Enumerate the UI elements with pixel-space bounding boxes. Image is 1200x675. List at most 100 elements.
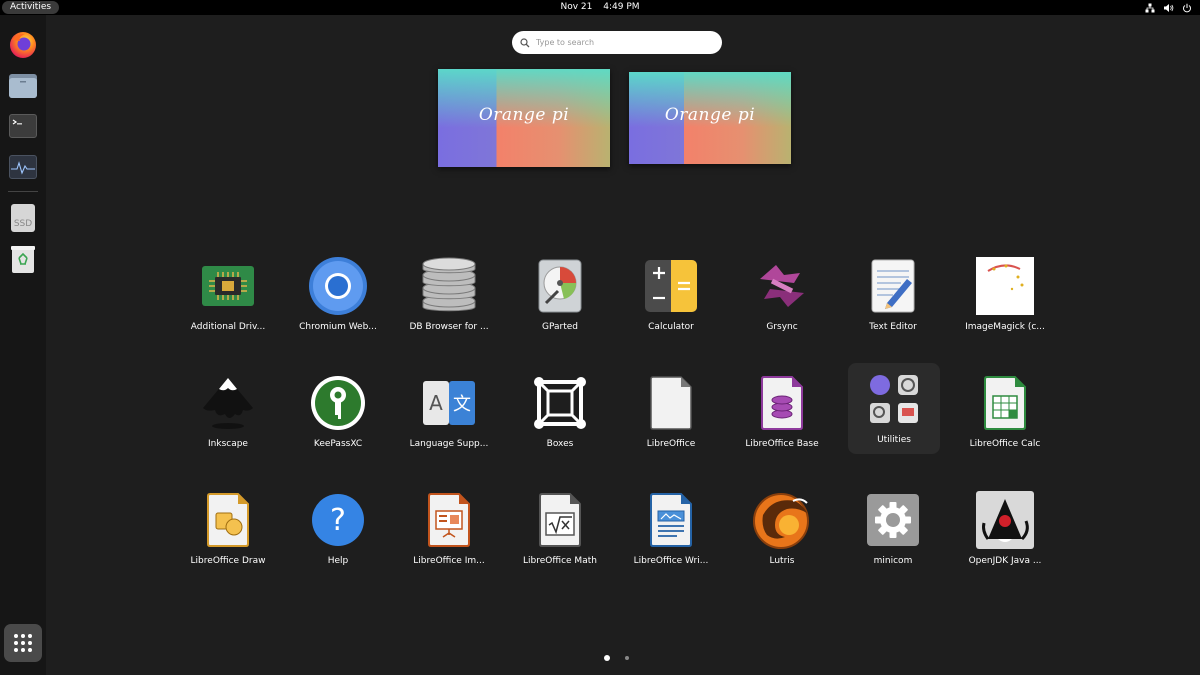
clock-time: 4:49 PM — [603, 2, 640, 12]
workspace-thumbnail-1[interactable]: Orange pi — [438, 69, 610, 167]
app-text-editor[interactable]: Text Editor — [841, 248, 945, 354]
system-tray[interactable] — [1145, 1, 1192, 14]
app-gparted[interactable]: GParted — [508, 248, 612, 354]
workspace-logo: Orange pi — [478, 105, 570, 125]
app-libreoffice-base[interactable]: LibreOffice Base — [730, 365, 834, 471]
svg-text:SSD: SSD — [14, 219, 32, 229]
app-label: LibreOffice Base — [745, 439, 819, 449]
app-label: LibreOffice Draw — [190, 556, 266, 566]
app-libreoffice-math[interactable]: LibreOffice Math — [508, 482, 612, 588]
power-icon — [1183, 3, 1191, 12]
search-icon — [520, 37, 530, 47]
dock-files[interactable] — [7, 70, 39, 102]
imagemagick-icon — [975, 256, 1035, 316]
app-folder-utilities[interactable]: Utilities — [848, 363, 940, 454]
calculator-icon — [641, 256, 701, 316]
dock: SSD — [0, 15, 46, 675]
app-libreoffice-impress[interactable]: LibreOffice Im... — [397, 482, 501, 588]
app-libreoffice-writer[interactable]: LibreOffice Wri... — [619, 482, 723, 588]
folder-icon — [9, 74, 37, 98]
app-label: Utilities — [877, 435, 911, 445]
app-libreoffice-draw[interactable]: LibreOffice Draw — [176, 482, 280, 588]
clock-date: Nov 21 — [560, 2, 593, 12]
app-label: LibreOffice Im... — [413, 556, 485, 566]
app-grsync[interactable]: Grsync — [730, 248, 834, 354]
app-minicom[interactable]: minicom — [841, 482, 945, 588]
lo-calc-icon — [975, 373, 1035, 433]
app-label: Text Editor — [869, 322, 917, 332]
app-label: Inkscape — [208, 439, 248, 449]
top-bar: Activities Nov 21 4:49 PM — [0, 0, 1200, 15]
app-label: LibreOffice — [646, 439, 696, 449]
app-calculator[interactable]: Calculator — [619, 248, 723, 354]
app-imagemagick[interactable]: ImageMagick (c... — [953, 248, 1057, 354]
search-field[interactable] — [512, 31, 722, 54]
app-label: Chromium Web... — [299, 322, 377, 332]
app-additional-drivers[interactable]: Additional Driv... — [176, 248, 280, 354]
app-language-support[interactable]: A 文 Language Supp... — [397, 365, 501, 471]
search-input[interactable] — [536, 38, 706, 47]
app-openjdk-java[interactable]: OpenJDK Java ... — [953, 482, 1057, 588]
boxes-icon — [530, 373, 590, 433]
workspace-logo: Orange pi — [664, 105, 756, 125]
svg-text:?: ? — [330, 503, 346, 538]
app-label: LibreOffice Math — [523, 556, 597, 566]
app-label: GParted — [542, 322, 578, 332]
java-duke-icon — [975, 490, 1035, 550]
folder-utilities-icon — [864, 369, 924, 429]
app-label: Boxes — [546, 439, 574, 449]
lutris-icon — [752, 490, 812, 550]
app-help[interactable]: ? Help — [286, 482, 390, 588]
network-icon — [1145, 3, 1155, 12]
grid-icon — [14, 634, 32, 652]
dock-ssd-drive[interactable]: SSD — [7, 202, 39, 234]
app-label: Grsync — [766, 322, 798, 332]
chromium-icon — [308, 256, 368, 316]
text-editor-icon — [863, 256, 923, 316]
app-keepassxc[interactable]: KeePassXC — [286, 365, 390, 471]
drive-icon: SSD — [11, 204, 35, 232]
app-label: OpenJDK Java ... — [968, 556, 1042, 566]
clock[interactable]: Nov 21 4:49 PM — [0, 0, 1200, 15]
app-label: Additional Driv... — [190, 322, 266, 332]
lo-impress-icon — [419, 490, 479, 550]
show-applications-button[interactable] — [4, 624, 42, 662]
app-label: LibreOffice Wri... — [633, 556, 709, 566]
dock-firefox[interactable] — [7, 29, 39, 61]
svg-text:A: A — [429, 391, 443, 415]
app-label: DB Browser for ... — [409, 322, 489, 332]
svg-text:文: 文 — [453, 394, 471, 415]
database-icon — [419, 256, 479, 316]
page-indicator-1[interactable] — [604, 655, 610, 661]
monitor-icon — [9, 155, 37, 179]
firefox-icon — [10, 32, 36, 58]
lo-math-icon — [530, 490, 590, 550]
app-libreoffice-calc[interactable]: LibreOffice Calc — [953, 365, 1057, 471]
workspace-thumbnail-2[interactable]: Orange pi — [629, 72, 791, 164]
app-label: LibreOffice Calc — [969, 439, 1041, 449]
grsync-icon — [752, 256, 812, 316]
help-icon: ? — [308, 490, 368, 550]
dock-separator — [8, 191, 38, 192]
keepass-icon — [308, 373, 368, 433]
page-indicator-2[interactable] — [625, 656, 629, 660]
app-chromium[interactable]: Chromium Web... — [286, 248, 390, 354]
app-db-browser[interactable]: DB Browser for ... — [397, 248, 501, 354]
app-label: Help — [327, 556, 349, 566]
app-inkscape[interactable]: Inkscape — [176, 365, 280, 471]
inkscape-icon — [198, 373, 258, 433]
volume-icon — [1164, 3, 1174, 12]
dock-system-monitor[interactable] — [7, 151, 39, 183]
app-lutris[interactable]: Lutris — [730, 482, 834, 588]
app-libreoffice[interactable]: LibreOffice — [619, 365, 723, 471]
lo-draw-icon — [198, 490, 258, 550]
app-boxes[interactable]: Boxes — [508, 365, 612, 471]
app-label: Lutris — [769, 556, 795, 566]
gear-icon — [863, 490, 923, 550]
language-icon: A 文 — [419, 373, 479, 433]
gparted-icon — [530, 256, 590, 316]
chip-icon — [198, 256, 258, 316]
dock-trash[interactable] — [7, 243, 39, 275]
dock-terminal[interactable] — [7, 110, 39, 142]
app-label: ImageMagick (c... — [965, 322, 1045, 332]
